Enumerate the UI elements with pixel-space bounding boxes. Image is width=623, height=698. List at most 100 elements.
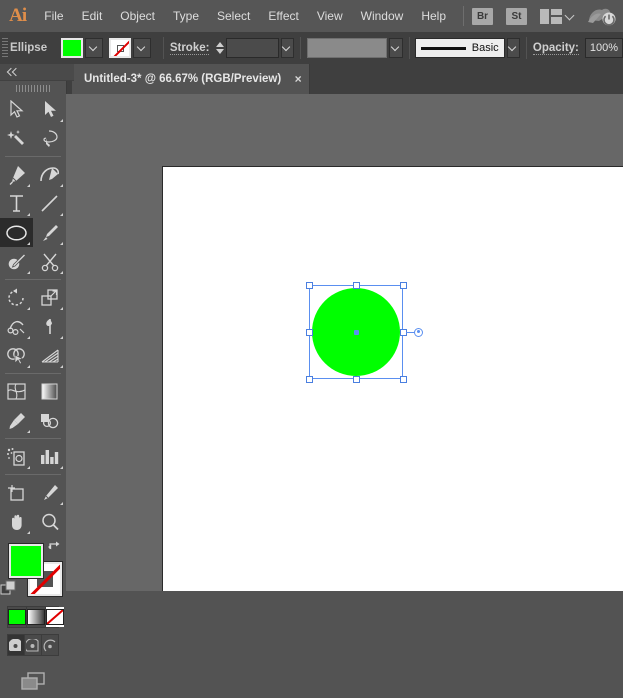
tool-flyout-indicator-icon	[60, 213, 63, 216]
selected-object[interactable]	[300, 284, 416, 380]
menu-bar: Ai File Edit Object Type Select Effect V…	[0, 0, 623, 33]
chevron-down-icon[interactable]	[565, 11, 575, 21]
document-tab[interactable]: Untitled-3* @ 66.67% (RGB/Preview) ×	[72, 64, 310, 94]
brush-definition-dropdown-button[interactable]	[507, 38, 520, 58]
workspace-layout-icon[interactable]	[540, 9, 562, 24]
bbox-handle-middle-left[interactable]	[306, 329, 313, 336]
paintbrush-tool[interactable]	[33, 218, 66, 247]
zoom-tool[interactable]	[33, 507, 66, 536]
variable-width-profile-select[interactable]	[307, 38, 387, 58]
swap-fill-stroke-icon[interactable]	[48, 540, 62, 554]
fill-color-swatch[interactable]	[61, 38, 83, 58]
toolbar-fill-swatch[interactable]	[9, 544, 43, 578]
shaper-pencil-tool[interactable]	[0, 247, 33, 276]
brush-definition-select[interactable]: Basic	[415, 38, 504, 58]
canvas-area[interactable]	[66, 94, 623, 591]
bbox-handle-top-right[interactable]	[400, 282, 407, 289]
menu-edit[interactable]: Edit	[73, 0, 112, 32]
draw-inside-button[interactable]	[42, 635, 58, 655]
bbox-handle-bottom-right[interactable]	[400, 376, 407, 383]
variable-width-dropdown-button[interactable]	[389, 38, 402, 58]
menu-object[interactable]: Object	[111, 0, 164, 32]
selected-object-label: Ellipse	[10, 42, 47, 54]
bbox-handle-bottom-center[interactable]	[353, 376, 360, 383]
bbox-handle-top-left[interactable]	[306, 282, 313, 289]
rotate-handle-icon[interactable]	[414, 328, 423, 337]
ellipse-tool[interactable]	[0, 218, 33, 247]
stock-button[interactable]: St	[506, 8, 527, 25]
menu-view[interactable]: View	[308, 0, 352, 32]
tool-group-navigation	[0, 478, 66, 536]
bbox-handle-bottom-left[interactable]	[306, 376, 313, 383]
artboard-tool[interactable]	[0, 478, 33, 507]
tool-flyout-indicator-icon	[27, 184, 30, 187]
change-screen-mode-button[interactable]	[0, 664, 66, 698]
menu-select[interactable]: Select	[208, 0, 259, 32]
color-swatch-icon	[8, 609, 26, 625]
shape-builder-tool[interactable]	[0, 341, 33, 370]
chevron-down-icon	[89, 43, 99, 53]
stroke-weight-input[interactable]	[226, 38, 279, 58]
stroke-weight-label[interactable]: Stroke:	[170, 42, 210, 55]
gradient-tool[interactable]	[33, 377, 66, 406]
menu-type[interactable]: Type	[164, 0, 208, 32]
direct-selection-tool[interactable]	[33, 95, 66, 124]
width-warp-tool[interactable]	[0, 312, 33, 341]
creative-cloud-icon[interactable]	[587, 5, 617, 27]
scissors-eraser-tool[interactable]	[33, 247, 66, 276]
opacity-input[interactable]: 100%	[585, 38, 623, 58]
type-tool[interactable]	[0, 189, 33, 218]
slice-tool[interactable]	[33, 478, 66, 507]
tools-panel-grip[interactable]	[0, 81, 66, 95]
stroke-control-group	[109, 38, 151, 58]
perspective-grid-tool[interactable]	[33, 341, 66, 370]
menu-window[interactable]: Window	[352, 0, 413, 32]
curvature-tool[interactable]	[33, 160, 66, 189]
tools-panel-collapse-button[interactable]	[0, 64, 74, 81]
stroke-swatch-dropdown-button[interactable]	[133, 38, 151, 58]
color-button[interactable]	[8, 607, 27, 627]
center-anchor-point	[354, 330, 359, 335]
gradient-button[interactable]	[27, 607, 46, 627]
magic-wand-tool[interactable]	[0, 124, 33, 153]
chevron-down-icon	[137, 43, 147, 53]
tool-flyout-indicator-icon	[27, 466, 30, 469]
selection-tool[interactable]	[0, 95, 33, 124]
blend-tool[interactable]	[33, 406, 66, 435]
control-bar-grip[interactable]	[0, 32, 10, 64]
brush-stroke-preview-icon	[421, 47, 465, 50]
bridge-button[interactable]: Br	[472, 8, 493, 25]
control-bar-separator	[526, 37, 527, 59]
tool-flyout-indicator-icon	[60, 502, 63, 505]
stroke-weight-dropdown-button[interactable]	[281, 38, 294, 58]
lasso-tool[interactable]	[33, 124, 66, 153]
fill-control-group	[61, 38, 103, 58]
pen-tool[interactable]	[0, 160, 33, 189]
tool-flyout-indicator-icon	[60, 271, 63, 274]
tools-panel	[0, 64, 67, 591]
close-icon[interactable]: ×	[287, 64, 309, 94]
free-transform-tool[interactable]	[33, 312, 66, 341]
tool-group-selection	[0, 95, 66, 153]
menu-effect[interactable]: Effect	[259, 0, 307, 32]
opacity-label[interactable]: Opacity:	[533, 42, 579, 55]
rotate-tool[interactable]	[0, 283, 33, 312]
column-graph-tool[interactable]	[33, 442, 66, 471]
default-fill-stroke-icon[interactable]	[0, 580, 18, 598]
menu-help[interactable]: Help	[412, 0, 455, 32]
symbol-sprayer-tool[interactable]	[0, 442, 33, 471]
hand-tool[interactable]	[0, 507, 33, 536]
draw-behind-button[interactable]	[25, 635, 42, 655]
stroke-color-swatch[interactable]	[109, 38, 131, 58]
menu-file[interactable]: File	[35, 0, 72, 32]
fill-swatch-dropdown-button[interactable]	[85, 38, 103, 58]
none-button[interactable]	[46, 607, 64, 627]
tools-panel-separator	[5, 156, 61, 157]
eyedropper-tool[interactable]	[0, 406, 33, 435]
line-segment-tool[interactable]	[33, 189, 66, 218]
mesh-tool[interactable]	[0, 377, 33, 406]
bbox-handle-top-center[interactable]	[353, 282, 360, 289]
stroke-weight-stepper[interactable]	[215, 38, 224, 58]
draw-normal-button[interactable]	[8, 635, 25, 655]
scale-tool[interactable]	[33, 283, 66, 312]
